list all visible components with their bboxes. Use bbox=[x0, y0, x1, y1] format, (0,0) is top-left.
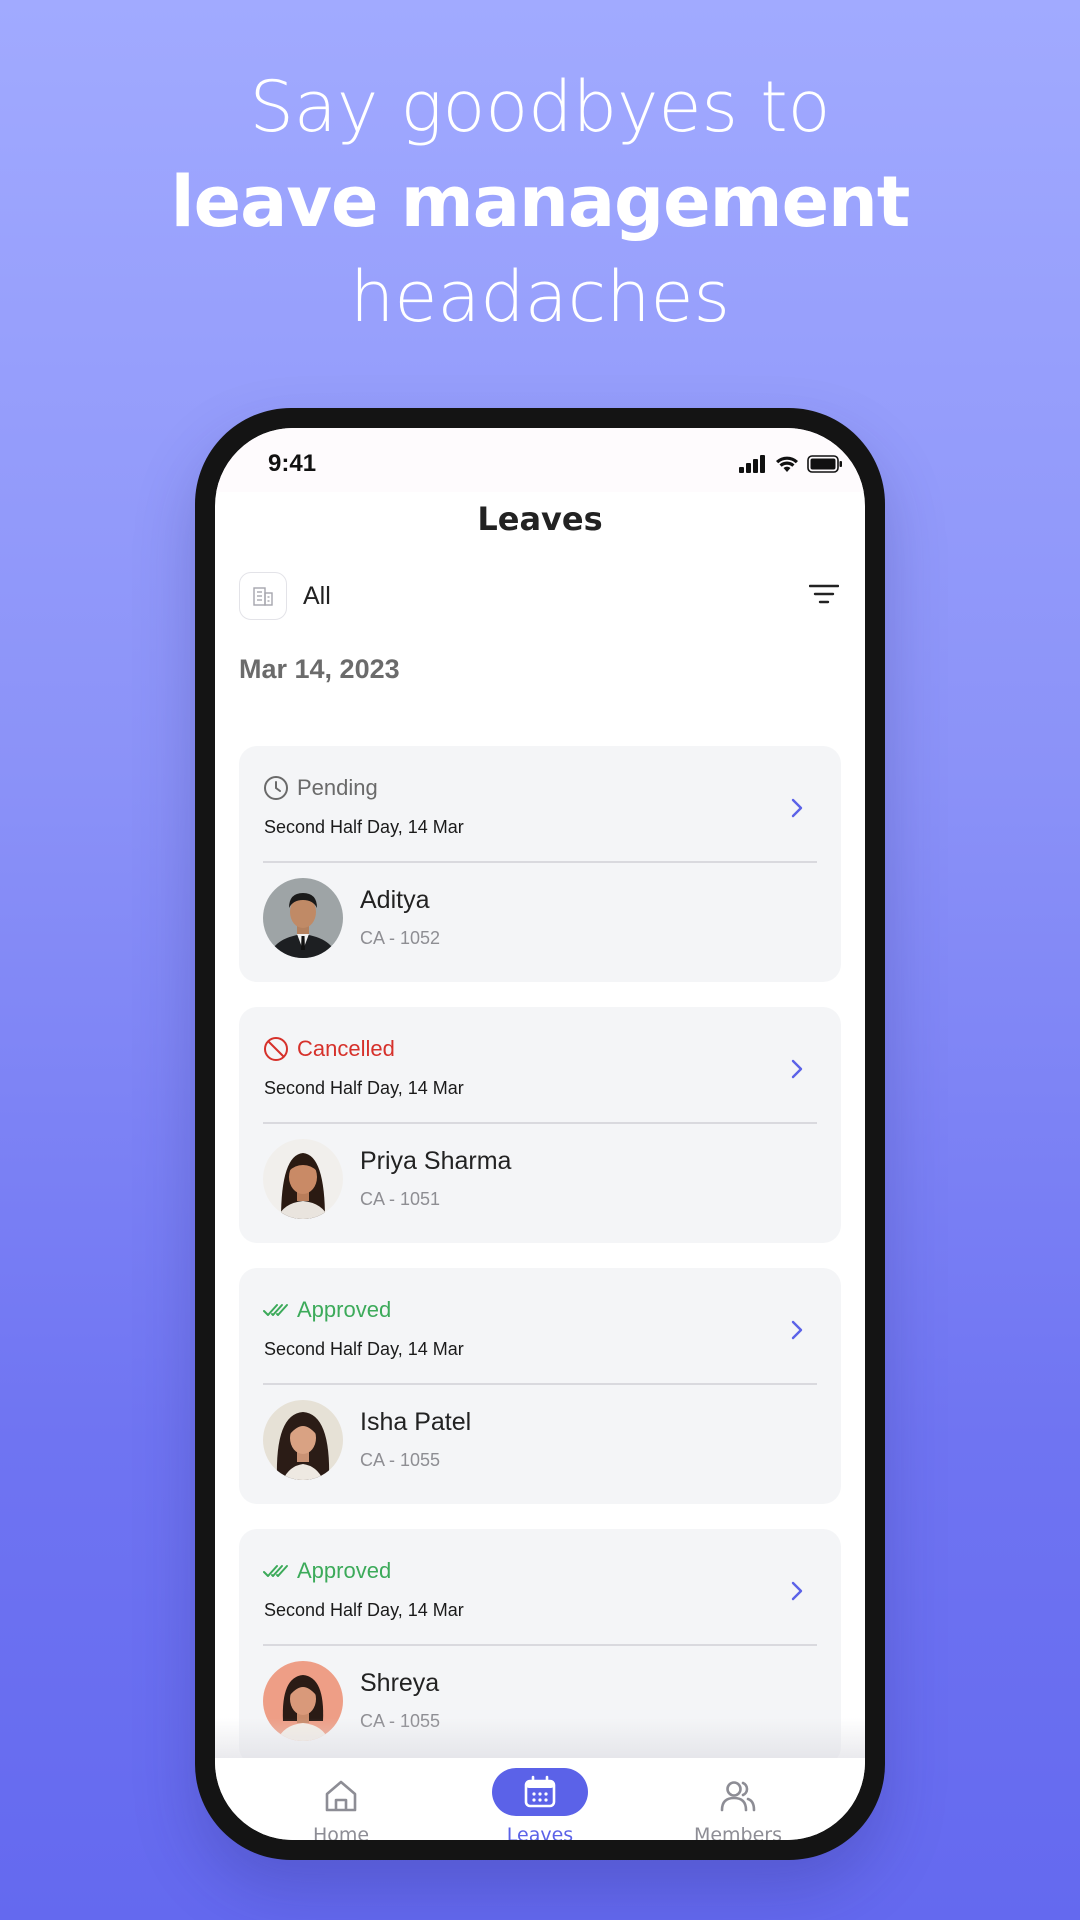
headline-line-3: headaches bbox=[349, 256, 731, 338]
leave-card[interactable]: Cancelled Second Half Day, 14 Mar Priya … bbox=[239, 1007, 841, 1243]
divider bbox=[263, 1644, 817, 1646]
headline-line-1: Say goodbyes to bbox=[249, 66, 831, 148]
signal-icon bbox=[739, 455, 765, 473]
status-label: Approved bbox=[297, 1558, 392, 1583]
employee-name: Isha Patel bbox=[360, 1408, 472, 1436]
users-icon bbox=[720, 1781, 756, 1812]
headline-line-2: leave management bbox=[170, 161, 911, 243]
double-check-icon bbox=[263, 1558, 289, 1584]
avatar bbox=[263, 878, 343, 958]
status-label: Cancelled bbox=[297, 1036, 395, 1061]
chevron-right-icon[interactable] bbox=[789, 1579, 805, 1603]
chevron-right-icon[interactable] bbox=[789, 796, 805, 820]
avatar bbox=[263, 1400, 343, 1480]
nav-label-home: Home bbox=[312, 1824, 370, 1840]
filter-row: All bbox=[239, 572, 841, 620]
filter-all-label[interactable]: All bbox=[303, 582, 331, 611]
status-icons bbox=[739, 454, 843, 474]
status-bar: 9:41 bbox=[215, 428, 865, 492]
leave-card[interactable]: Approved Second Half Day, 14 Mar Isha Pa… bbox=[239, 1268, 841, 1504]
organization-selector-button[interactable] bbox=[239, 572, 287, 620]
calendar-icon bbox=[524, 1775, 556, 1808]
battery-icon bbox=[807, 455, 842, 473]
employee-name: Shreya bbox=[360, 1669, 440, 1697]
employee-name: Priya Sharma bbox=[360, 1147, 512, 1175]
building-icon bbox=[253, 587, 273, 606]
divider bbox=[263, 861, 817, 863]
home-icon bbox=[325, 1780, 357, 1812]
divider bbox=[263, 1383, 817, 1385]
active-tab-indicator bbox=[492, 1768, 588, 1816]
leave-duration: Second Half Day, 14 Mar bbox=[264, 817, 464, 837]
status-badge: Cancelled bbox=[263, 1035, 395, 1063]
nav-item-home[interactable]: Home bbox=[271, 1758, 411, 1840]
leave-duration: Second Half Day, 14 Mar bbox=[264, 1078, 464, 1098]
nav-label-members: Members bbox=[693, 1824, 783, 1840]
leave-duration: Second Half Day, 14 Mar bbox=[264, 1600, 464, 1620]
chevron-right-icon[interactable] bbox=[789, 1318, 805, 1342]
status-label: Approved bbox=[297, 1297, 392, 1322]
status-badge: Pending bbox=[263, 774, 378, 802]
status-badge: Approved bbox=[263, 1557, 391, 1585]
employee-id: CA - 1055 bbox=[360, 1450, 441, 1470]
double-check-icon bbox=[263, 1297, 289, 1323]
nav-label-leaves: Leaves bbox=[506, 1824, 574, 1840]
page-title: Leaves bbox=[477, 500, 603, 538]
bottom-navigation: Home Leaves Members bbox=[215, 1758, 865, 1840]
ban-icon bbox=[263, 1036, 289, 1062]
status-badge: Approved bbox=[263, 1296, 391, 1324]
nav-item-leaves[interactable]: Leaves bbox=[470, 1758, 610, 1840]
filter-icon[interactable] bbox=[809, 582, 839, 608]
wifi-icon bbox=[776, 456, 798, 472]
divider bbox=[263, 1122, 817, 1124]
chevron-right-icon[interactable] bbox=[789, 1057, 805, 1081]
leave-duration: Second Half Day, 14 Mar bbox=[264, 1339, 464, 1359]
phone-frame: 9:41 Leaves All Mar 14, 2023 Pending Sec… bbox=[195, 408, 885, 1860]
status-label: Pending bbox=[297, 775, 378, 800]
scroll-fade bbox=[215, 1718, 865, 1758]
employee-name: Aditya bbox=[360, 886, 430, 914]
employee-id: CA - 1051 bbox=[360, 1189, 441, 1209]
leave-card[interactable]: Pending Second Half Day, 14 Mar Aditya C… bbox=[239, 746, 841, 982]
nav-item-members[interactable]: Members bbox=[668, 1758, 808, 1840]
avatar bbox=[263, 1139, 343, 1219]
employee-id: CA - 1052 bbox=[360, 928, 441, 948]
status-time: 9:41 bbox=[268, 450, 317, 477]
promo-headline: Say goodbyes to leave management headach… bbox=[0, 60, 1080, 345]
clock-icon bbox=[263, 775, 289, 801]
date-group-header: Mar 14, 2023 bbox=[239, 654, 400, 684]
phone-screen: 9:41 Leaves All Mar 14, 2023 Pending Sec… bbox=[215, 428, 865, 1840]
